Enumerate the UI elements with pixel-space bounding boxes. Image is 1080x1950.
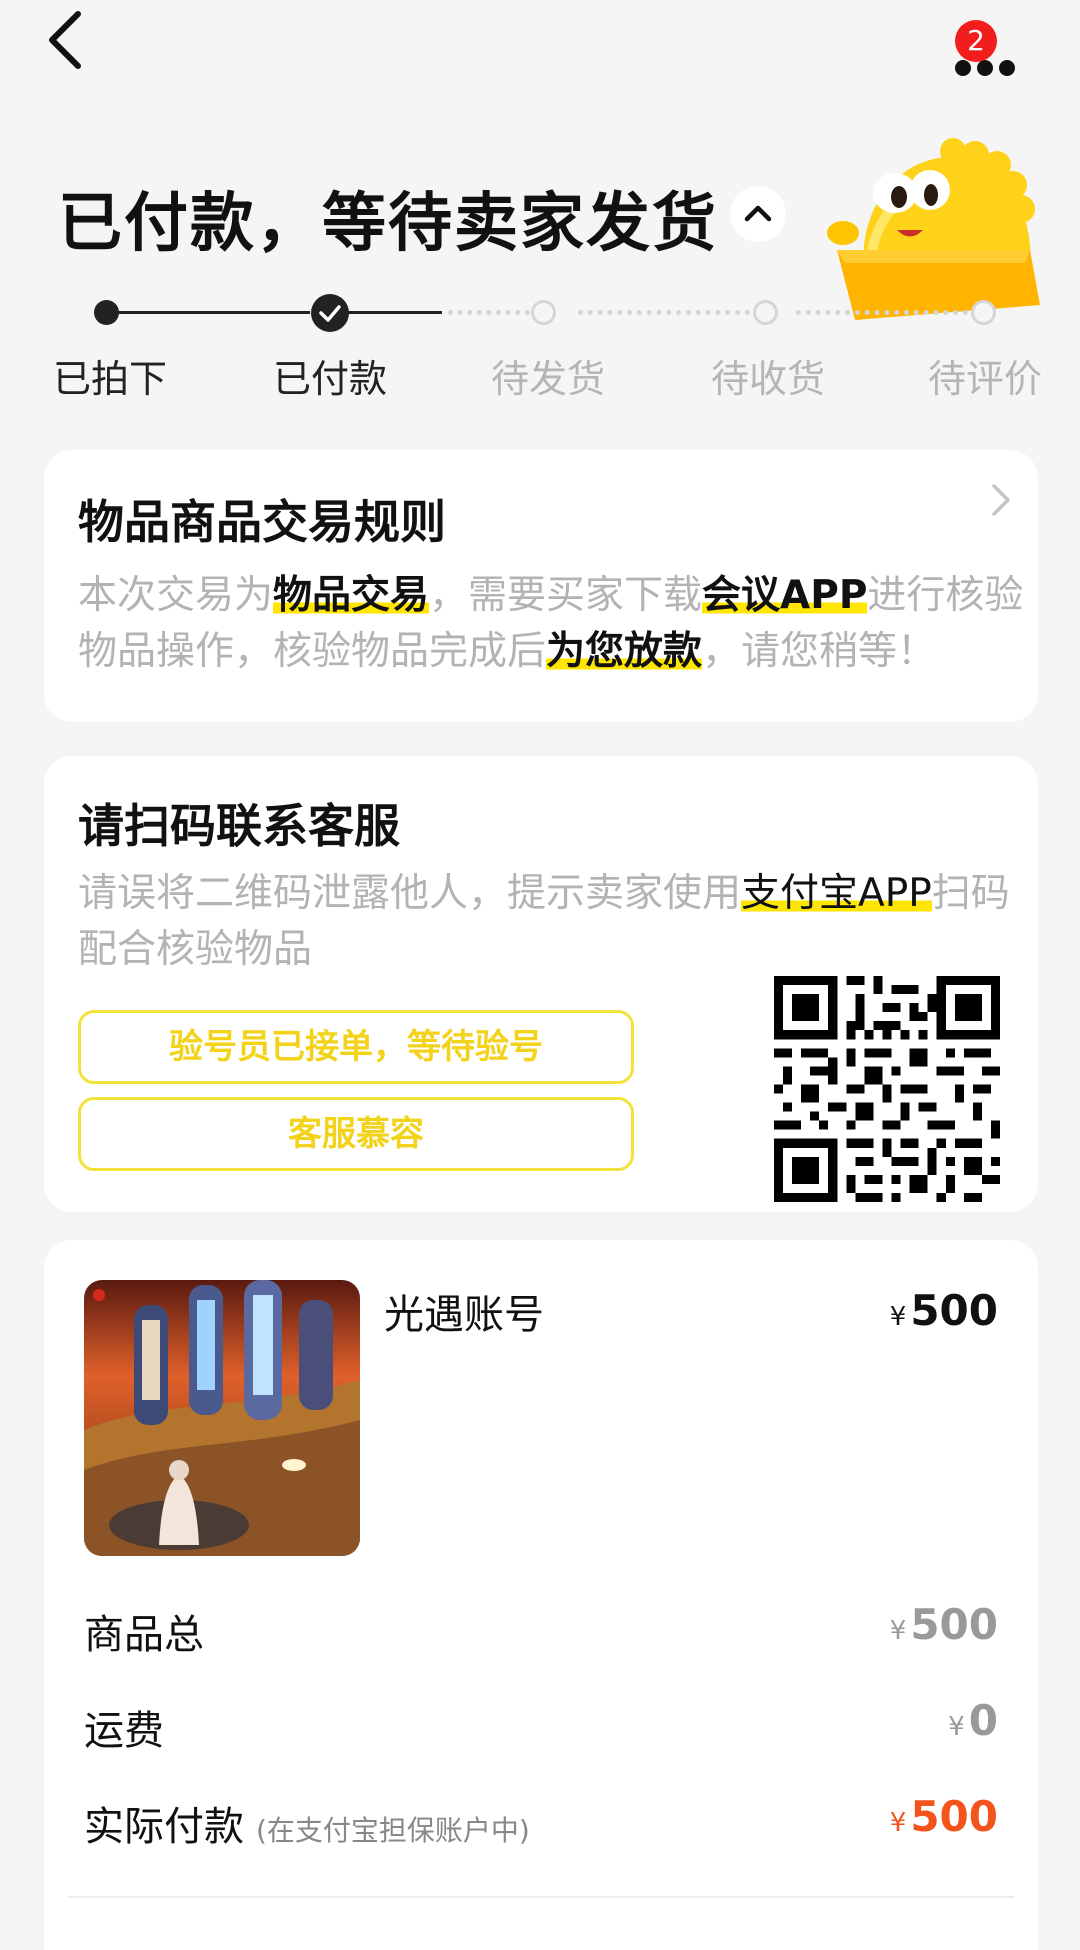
notification-badge: 2 bbox=[955, 20, 997, 62]
escrow-note: (在支付宝担保账户中) bbox=[256, 1814, 530, 1847]
step-dot-done bbox=[94, 300, 119, 325]
product-name: 光遇账号 bbox=[384, 1292, 544, 1338]
chevron-up-icon bbox=[744, 205, 772, 222]
scan-card-title: 请扫码联系客服 bbox=[78, 799, 400, 853]
order-detail-card: 光遇账号 ¥500 商品总 ¥500 运费 ¥0 实际付款 (在支付宝担保账户中)… bbox=[44, 1240, 1038, 1950]
highlight-text: 会议APP bbox=[702, 573, 868, 618]
highlight-text: 物品交易 bbox=[273, 573, 430, 618]
currency-symbol: ¥ bbox=[889, 1616, 907, 1646]
step-check-current bbox=[311, 294, 349, 332]
actual-payment-label: 实际付款 (在支付宝担保账户中) bbox=[84, 1804, 530, 1850]
step-label: 待发货 bbox=[490, 357, 605, 401]
trade-rules-card[interactable]: 物品商品交易规则 本次交易为物品交易，需要买家下载会议APP进行核验物品操作，核… bbox=[44, 450, 1038, 722]
progress-dotted-line bbox=[448, 310, 530, 315]
scan-qr-card: 请扫码联系客服 请误将二维码泄露他人，提示卖家使用支付宝APP扫码配合核验物品 … bbox=[44, 756, 1038, 1212]
trade-rules-text: 本次交易为物品交易，需要买家下载会议APP进行核验物品操作，核验物品完成后为您放… bbox=[78, 573, 1024, 674]
checkmark-icon bbox=[319, 305, 341, 322]
chevron-right-icon bbox=[992, 484, 1010, 516]
currency-symbol: ¥ bbox=[889, 1302, 907, 1332]
qr-code[interactable] bbox=[774, 976, 1000, 1202]
more-icon bbox=[955, 60, 1015, 78]
collapse-button[interactable] bbox=[730, 186, 786, 242]
step-dot-pending bbox=[971, 300, 996, 325]
step-dot-pending bbox=[531, 300, 556, 325]
verifier-status-button[interactable]: 验号员已接单，等待验号 bbox=[78, 1010, 634, 1084]
scan-instructions: 请误将二维码泄露他人，提示卖家使用支付宝APP扫码配合核验物品 bbox=[78, 871, 1010, 972]
product-thumbnail[interactable] bbox=[84, 1280, 360, 1556]
price-amount: 500 bbox=[910, 1286, 998, 1335]
step-dot-pending bbox=[753, 300, 778, 325]
currency-symbol: ¥ bbox=[948, 1712, 965, 1742]
trade-rules-title: 物品商品交易规则 bbox=[78, 495, 446, 549]
order-status-title: 已付款，等待卖家发货 bbox=[58, 187, 718, 261]
price-amount: 500 bbox=[910, 1600, 998, 1649]
highlight-text: 为您放款 bbox=[546, 629, 703, 674]
order-progress-stepper: 已拍下 已付款 待发货 待收货 待评价 bbox=[0, 290, 1080, 401]
shipping-label: 运费 bbox=[84, 1708, 164, 1754]
step-label: 待收货 bbox=[710, 357, 825, 401]
section-divider bbox=[68, 1896, 1014, 1898]
customer-service-button[interactable]: 客服慕容 bbox=[78, 1097, 634, 1171]
product-price: ¥500 bbox=[890, 1286, 998, 1335]
progress-line bbox=[106, 311, 310, 314]
back-icon[interactable] bbox=[40, 10, 100, 70]
currency-symbol: ¥ bbox=[889, 1808, 907, 1838]
step-label: 待评价 bbox=[927, 357, 1042, 401]
highlight-text: 支付宝APP bbox=[741, 871, 932, 916]
price-amount: 500 bbox=[910, 1792, 998, 1841]
shipping-value: ¥0 bbox=[948, 1696, 998, 1745]
subtotal-label: 商品总 bbox=[84, 1612, 204, 1658]
progress-dotted-line bbox=[796, 310, 968, 315]
top-bar: 2 bbox=[0, 0, 1080, 110]
step-label: 已付款 bbox=[272, 357, 387, 401]
more-menu-button[interactable]: 2 bbox=[945, 20, 1015, 80]
step-label: 已拍下 bbox=[52, 357, 167, 401]
price-amount: 0 bbox=[968, 1696, 998, 1745]
subtotal-value: ¥500 bbox=[890, 1600, 998, 1649]
progress-line bbox=[344, 311, 442, 314]
progress-dotted-line bbox=[578, 310, 750, 315]
actual-payment-value: ¥500 bbox=[890, 1792, 998, 1841]
